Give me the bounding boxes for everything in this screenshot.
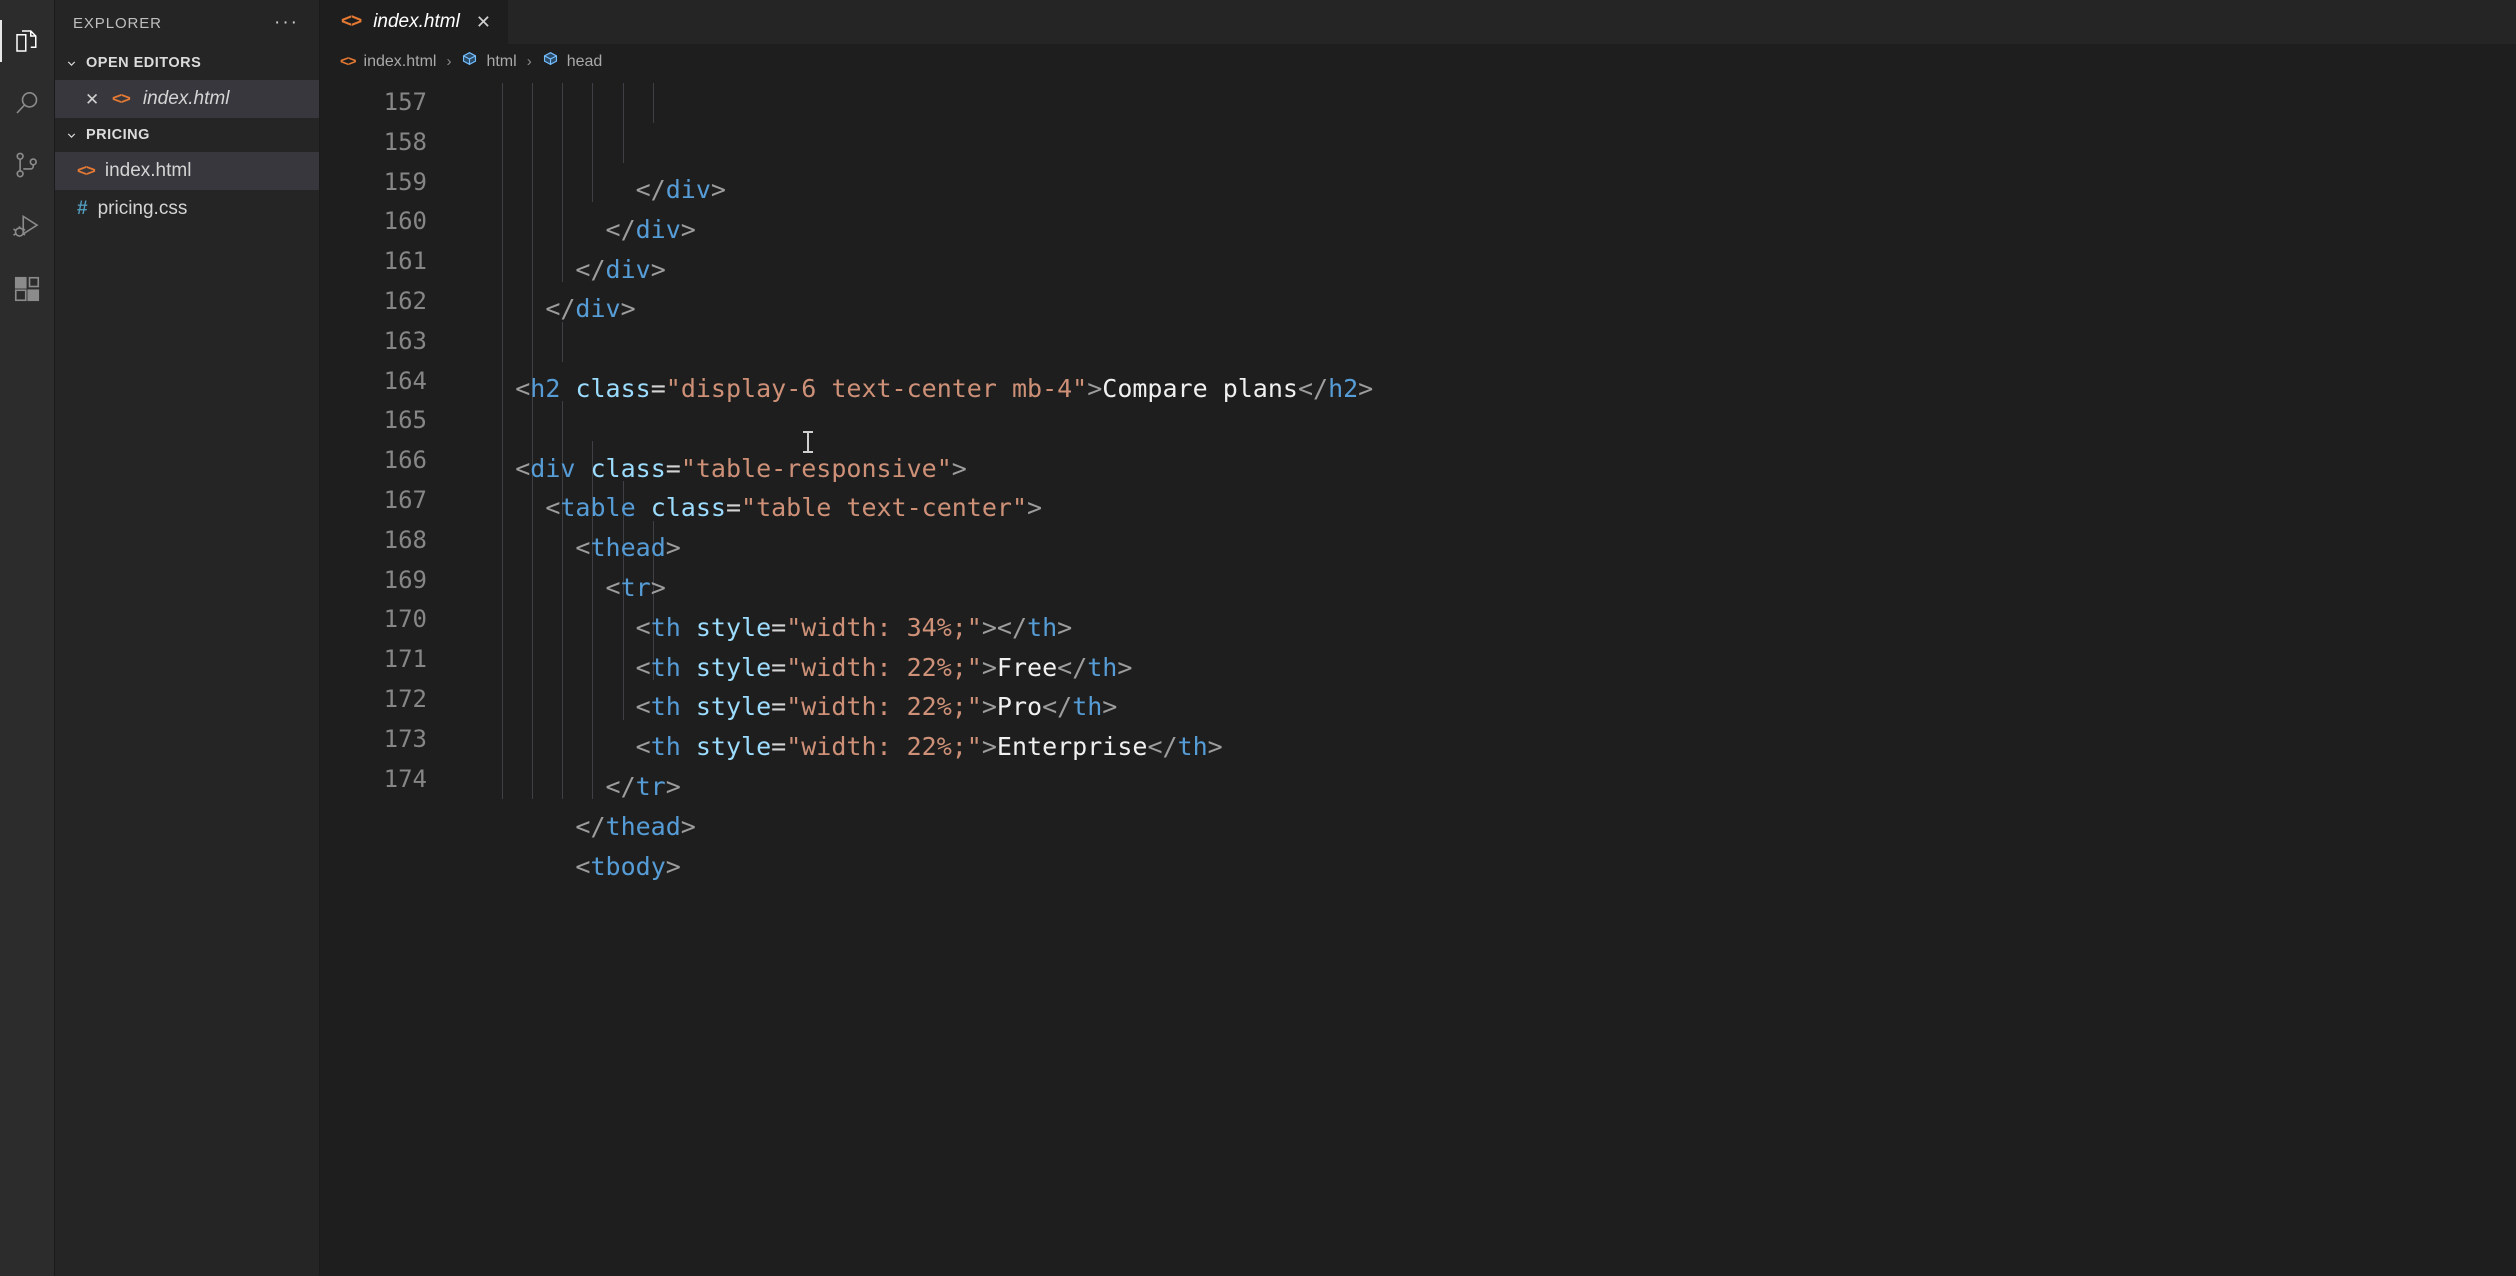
close-icon[interactable]: ✕ <box>85 91 99 108</box>
code-line[interactable]: <tbody> <box>455 847 2516 887</box>
code-line[interactable]: </div> <box>455 250 2516 290</box>
activity-bar-item-extensions[interactable] <box>0 258 55 320</box>
activity-bar-item-source-control[interactable] <box>0 134 55 196</box>
sidebar-title: EXPLORER <box>73 14 162 32</box>
explorer-sidebar: EXPLORER ··· OPEN EDITORS ✕ <> index.htm… <box>55 0 320 1276</box>
html-file-icon: <> <box>340 53 357 70</box>
section-header-pricing[interactable]: PRICING <box>55 118 319 152</box>
line-number: 173 <box>383 724 427 753</box>
line-number: 165 <box>383 406 427 435</box>
tab-label: index.html <box>373 11 460 32</box>
symbol-cube-icon <box>461 51 478 73</box>
line-number: 167 <box>383 485 427 514</box>
close-icon[interactable]: ✕ <box>476 12 491 33</box>
file-label: pricing.css <box>97 198 188 219</box>
line-number: 164 <box>383 366 427 395</box>
source-control-icon <box>12 150 42 180</box>
code-line[interactable]: <th style="width: 34%;"></th> <box>455 608 2516 648</box>
code-content[interactable]: </div> </div> </div> </div> <h2 class="d… <box>455 79 2516 1276</box>
file-item-pricing-css[interactable]: # pricing.css <box>55 190 319 228</box>
line-number: 159 <box>383 167 427 196</box>
open-editor-item-index-html[interactable]: ✕ <> index.html <box>55 80 319 118</box>
activity-bar-item-search[interactable] <box>0 72 55 134</box>
editor-tab-bar: <> index.html ✕ <box>320 0 2516 44</box>
open-editor-label: index.html <box>142 88 230 109</box>
section-label: PRICING <box>86 127 150 143</box>
line-number: 166 <box>383 446 427 475</box>
files-icon <box>12 26 42 56</box>
section-header-open-editors[interactable]: OPEN EDITORS <box>55 46 319 80</box>
code-line[interactable]: <div class="table-responsive"> <box>455 449 2516 489</box>
line-number: 170 <box>383 605 427 634</box>
line-number: 163 <box>383 326 427 355</box>
file-item-index-html[interactable]: <> index.html <box>55 152 319 190</box>
breadcrumb-label: index.html <box>363 52 437 70</box>
code-line[interactable]: </thead> <box>455 807 2516 847</box>
code-line[interactable]: <tr> <box>455 568 2516 608</box>
line-number: 160 <box>383 207 427 236</box>
html-file-icon: <> <box>77 161 96 180</box>
line-number: 161 <box>383 247 427 276</box>
code-line[interactable]: <table class="table text-center"> <box>455 488 2516 528</box>
code-line[interactable]: </tr> <box>455 767 2516 807</box>
line-number: 171 <box>383 645 427 674</box>
line-number: 174 <box>383 764 427 793</box>
chevron-down-icon <box>65 129 78 142</box>
sidebar-more-actions-button[interactable]: ··· <box>274 13 299 32</box>
code-line[interactable]: </div> <box>455 170 2516 210</box>
code-line[interactable]: </div> <box>455 210 2516 250</box>
activity-bar-item-run-and-debug[interactable] <box>0 196 55 258</box>
activity-bar <box>0 0 55 1276</box>
vscode-window: EXPLORER ··· OPEN EDITORS ✕ <> index.htm… <box>0 0 2516 1276</box>
code-line[interactable]: <th style="width: 22%;">Enterprise</th> <box>455 727 2516 767</box>
run-debug-icon <box>12 212 42 242</box>
line-number: 158 <box>383 127 427 156</box>
code-line[interactable]: <thead> <box>455 528 2516 568</box>
code-line[interactable]: <th style="width: 22%;">Pro</th> <box>455 687 2516 727</box>
symbol-cube-icon <box>542 51 559 73</box>
editor-group: <> index.html ✕ <> index.html › html › h… <box>320 0 2516 1276</box>
code-line[interactable]: <th style="width: 22%;">Free</th> <box>455 648 2516 688</box>
html-file-icon: <> <box>341 11 362 32</box>
breadcrumb-item-html[interactable]: html <box>461 51 517 73</box>
line-number: 157 <box>383 88 427 116</box>
line-number: 172 <box>383 684 427 713</box>
tab-index-html[interactable]: <> index.html ✕ <box>320 0 509 44</box>
line-number-gutter: 157 158 159 160 161 162 163 164 165 166 167 168 169 1… <box>320 79 455 1276</box>
line-number: 168 <box>383 525 427 554</box>
breadcrumb-separator: › <box>446 53 452 70</box>
breadcrumb-separator: › <box>526 53 532 70</box>
line-number: 162 <box>383 286 427 315</box>
extensions-icon <box>12 274 42 304</box>
html-file-icon: <> <box>112 89 131 108</box>
code-editor[interactable]: 157 158 159 160 161 162 163 164 165 166 167 168 169 1… <box>320 79 2516 1276</box>
chevron-down-icon <box>65 57 78 70</box>
line-number: 169 <box>383 565 427 594</box>
section-label: OPEN EDITORS <box>86 55 202 71</box>
breadcrumb-label: head <box>566 52 603 70</box>
activity-bar-item-explorer[interactable] <box>0 10 55 72</box>
breadcrumb-label: html <box>486 52 517 70</box>
file-label: index.html <box>104 160 192 181</box>
code-line[interactable]: <h2 class="display-6 text-center mb-4">C… <box>455 369 2516 409</box>
search-icon <box>12 88 42 118</box>
sidebar-header: EXPLORER ··· <box>55 0 319 46</box>
css-file-icon: # <box>77 198 88 219</box>
code-line[interactable] <box>455 409 2516 449</box>
code-line[interactable]: </div> <box>455 289 2516 329</box>
mouse-text-cursor <box>803 431 813 453</box>
breadcrumb-item-head[interactable]: head <box>542 51 603 73</box>
code-line[interactable] <box>455 329 2516 369</box>
breadcrumb: <> index.html › html › head <box>320 44 2516 79</box>
breadcrumb-item-file[interactable]: <> index.html <box>340 53 436 71</box>
